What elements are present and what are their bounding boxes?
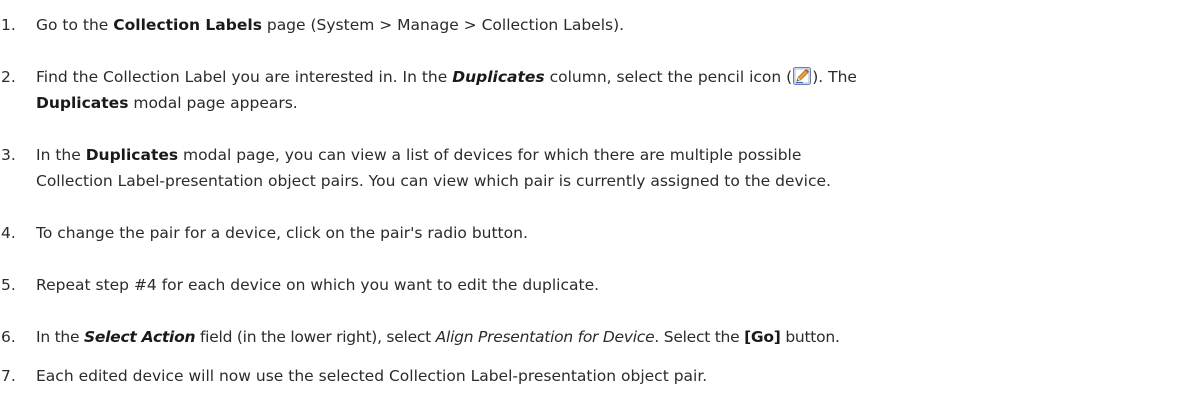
step-text: In the Duplicates modal page, you can vi…: [36, 142, 831, 194]
step-text-line2: Collection Label-presentation object pai…: [36, 172, 831, 190]
step-number: 1.: [1, 16, 16, 34]
step-text-line2: Duplicates modal page appears.: [36, 90, 857, 116]
text-run: modal page, you can view a list of devic…: [178, 146, 802, 164]
step-number: 3.: [1, 146, 16, 164]
field-name: Select Action: [83, 328, 196, 346]
button-name: [Go]: [744, 328, 781, 346]
text-run: column, select the pencil icon (: [544, 68, 793, 86]
step-text: Repeat step #4 for each device on which …: [36, 276, 600, 294]
text-run: page (System > Manage > Collection Label…: [261, 16, 625, 34]
modal-name: Duplicates: [36, 94, 129, 112]
text-run: field (in the lower right), select: [195, 328, 436, 346]
text-run: . Select the: [654, 328, 745, 346]
text-run: Go to the: [36, 16, 114, 34]
step-number: 5.: [1, 276, 16, 294]
step-text: Go to the Collection Labels page (System…: [36, 12, 624, 38]
page-name: Collection Labels: [113, 16, 262, 34]
text-run: button.: [780, 328, 840, 346]
text-run: Find the Collection Label you are intere…: [36, 68, 453, 86]
step-text: Each edited device will now use the sele…: [36, 367, 708, 385]
modal-name: Duplicates: [85, 146, 179, 164]
action-name: Align Presentation for Device: [435, 328, 655, 346]
text-run: ). The: [812, 68, 857, 86]
text-run: In the: [36, 328, 84, 346]
step-number: 2.: [1, 68, 16, 86]
step-text: Find the Collection Label you are intere…: [36, 64, 857, 116]
text-run: In the: [36, 146, 86, 164]
text-run: modal page appears.: [128, 94, 298, 112]
pencil-icon: [793, 67, 812, 85]
step-number: 7.: [1, 367, 16, 385]
step-number: 4.: [1, 224, 16, 242]
step-text: To change the pair for a device, click o…: [36, 224, 528, 242]
step-number: 6.: [1, 328, 16, 346]
step-text: In the Select Action field (in the lower…: [36, 324, 840, 350]
column-name: Duplicates: [452, 68, 545, 86]
